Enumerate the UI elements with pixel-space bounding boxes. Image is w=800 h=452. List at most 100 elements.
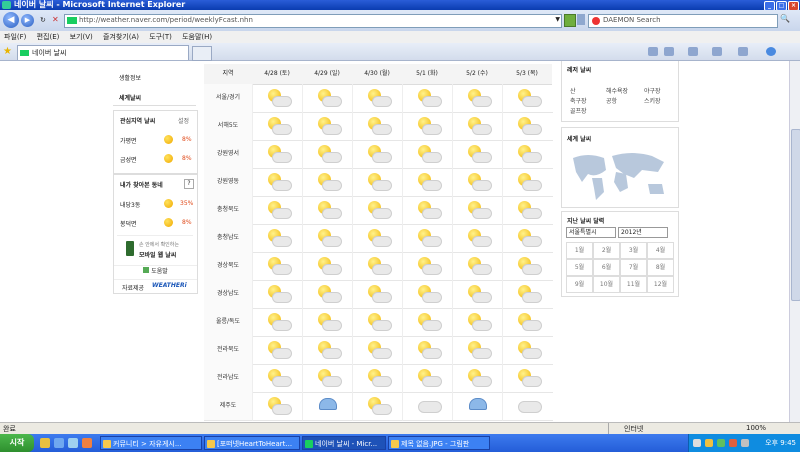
sunny-cloud-icon[interactable] [266,284,292,304]
interest-item-name[interactable]: 가평면 [120,136,137,145]
leisure-item[interactable]: 산 [570,86,576,95]
sunny-cloud-icon[interactable] [416,88,442,108]
sunny-cloud-icon[interactable] [366,88,392,108]
forward-icon[interactable]: ▶ [21,14,34,27]
sunny-cloud-icon[interactable] [366,368,392,388]
refresh-icon[interactable]: ↻ [40,16,46,24]
sunny-cloud-icon[interactable] [516,144,542,164]
world-map[interactable] [568,148,672,202]
sunny-cloud-icon[interactable] [266,172,292,192]
leisure-item[interactable]: 공항 [606,96,617,105]
page-icon[interactable] [712,47,722,56]
sunny-cloud-icon[interactable] [516,88,542,108]
sunny-cloud-icon[interactable] [316,340,342,360]
menu-view[interactable]: 보기(V) [66,31,97,43]
taskbar-item[interactable]: [포떠넷HeartToHeart... [204,436,300,450]
sunny-cloud-icon[interactable] [266,144,292,164]
tab-naver-weather[interactable]: 네이버 날씨 [17,45,189,60]
sunny-cloud-icon[interactable] [316,88,342,108]
leisure-item[interactable]: 골프장 [570,106,587,115]
month-cell[interactable]: 3월 [620,242,647,259]
sunny-cloud-icon[interactable] [266,200,292,220]
month-cell[interactable]: 12월 [647,276,674,293]
sunny-cloud-icon[interactable] [266,312,292,332]
menu-favorites[interactable]: 즐겨찾기(A) [99,31,143,43]
sunny-cloud-icon[interactable] [366,116,392,136]
tray-icon[interactable] [693,439,701,447]
sunny-cloud-icon[interactable] [366,200,392,220]
month-cell[interactable]: 4월 [647,242,674,259]
month-cell[interactable]: 2월 [593,242,620,259]
region-label[interactable]: 제주도 [204,392,252,421]
sunny-cloud-icon[interactable] [366,228,392,248]
month-cell[interactable]: 6월 [593,259,620,276]
vertical-scrollbar[interactable] [789,61,800,422]
taskbar-item[interactable]: 제목 없음.JPG - 그림판 [388,436,490,450]
sunny-cloud-icon[interactable] [316,200,342,220]
sunny-cloud-icon[interactable] [416,368,442,388]
region-label[interactable]: 강원영서 [204,140,252,169]
month-cell[interactable]: 5월 [566,259,593,276]
region-label[interactable]: 서울/경기 [204,84,252,113]
region-label[interactable]: 울릉/독도 [204,308,252,337]
sunny-cloud-icon[interactable] [516,340,542,360]
sunny-cloud-icon[interactable] [316,368,342,388]
recent-item-name[interactable]: 내당3동 [120,200,140,209]
sunny-cloud-icon[interactable] [416,200,442,220]
tray-icon[interactable] [717,439,725,447]
sunny-cloud-icon[interactable] [316,228,342,248]
region-label[interactable]: 서해5도 [204,112,252,141]
sunny-cloud-icon[interactable] [366,284,392,304]
sunny-cloud-icon[interactable] [516,368,542,388]
region-select[interactable]: 서울특별시 [566,227,616,238]
zoom-level[interactable]: 100% [746,424,766,432]
search-go-icon[interactable]: 🔍 [780,14,790,23]
region-label[interactable]: 강원영동 [204,168,252,197]
sunny-cloud-icon[interactable] [316,144,342,164]
rain-icon[interactable] [466,396,492,416]
feeds-icon[interactable] [664,47,674,56]
tray-icon[interactable] [705,439,713,447]
sunny-cloud-icon[interactable] [516,256,542,276]
cloud-icon[interactable] [416,396,442,416]
quicklaunch-icon[interactable] [40,438,50,448]
month-cell[interactable]: 10월 [593,276,620,293]
taskbar-item-active[interactable]: 네이버 날씨 - Micr... [302,436,386,450]
sunny-cloud-icon[interactable] [466,368,492,388]
sunny-cloud-icon[interactable] [316,312,342,332]
sunny-cloud-icon[interactable] [266,396,292,416]
sunny-cloud-icon[interactable] [466,284,492,304]
month-cell[interactable]: 9월 [566,276,593,293]
sunny-cloud-icon[interactable] [316,116,342,136]
sunny-cloud-icon[interactable] [266,228,292,248]
cloud-icon[interactable] [516,396,542,416]
sunny-cloud-icon[interactable] [316,256,342,276]
sunny-cloud-icon[interactable] [516,172,542,192]
tools-icon[interactable] [738,47,748,56]
sunny-cloud-icon[interactable] [466,116,492,136]
region-label[interactable]: 충청북도 [204,196,252,225]
region-label[interactable]: 전라북도 [204,336,252,365]
recent-help-button[interactable]: ? [184,179,194,189]
sunny-cloud-icon[interactable] [416,256,442,276]
sunny-cloud-icon[interactable] [316,172,342,192]
region-label[interactable]: 전라남도 [204,364,252,393]
sunny-cloud-icon[interactable] [516,116,542,136]
sunny-cloud-icon[interactable] [416,284,442,304]
menu-tools[interactable]: 도구(T) [145,31,176,43]
interest-item-name[interactable]: 금성면 [120,155,137,164]
sunny-cloud-icon[interactable] [466,200,492,220]
sunny-cloud-icon[interactable] [266,340,292,360]
sunny-cloud-icon[interactable] [366,312,392,332]
new-tab-button[interactable] [192,46,212,61]
sunny-cloud-icon[interactable] [416,312,442,332]
quicklaunch-ie-icon[interactable] [54,438,64,448]
stop-icon[interactable]: ✕ [52,15,59,24]
month-cell[interactable]: 11월 [620,276,647,293]
home-icon[interactable] [648,47,658,56]
sunny-cloud-icon[interactable] [466,256,492,276]
sunny-cloud-icon[interactable] [416,172,442,192]
sunny-cloud-icon[interactable] [516,200,542,220]
sunny-cloud-icon[interactable] [466,228,492,248]
title-bar[interactable]: 네이버 날씨 - Microsoft Internet Explorer _ □… [0,0,800,11]
